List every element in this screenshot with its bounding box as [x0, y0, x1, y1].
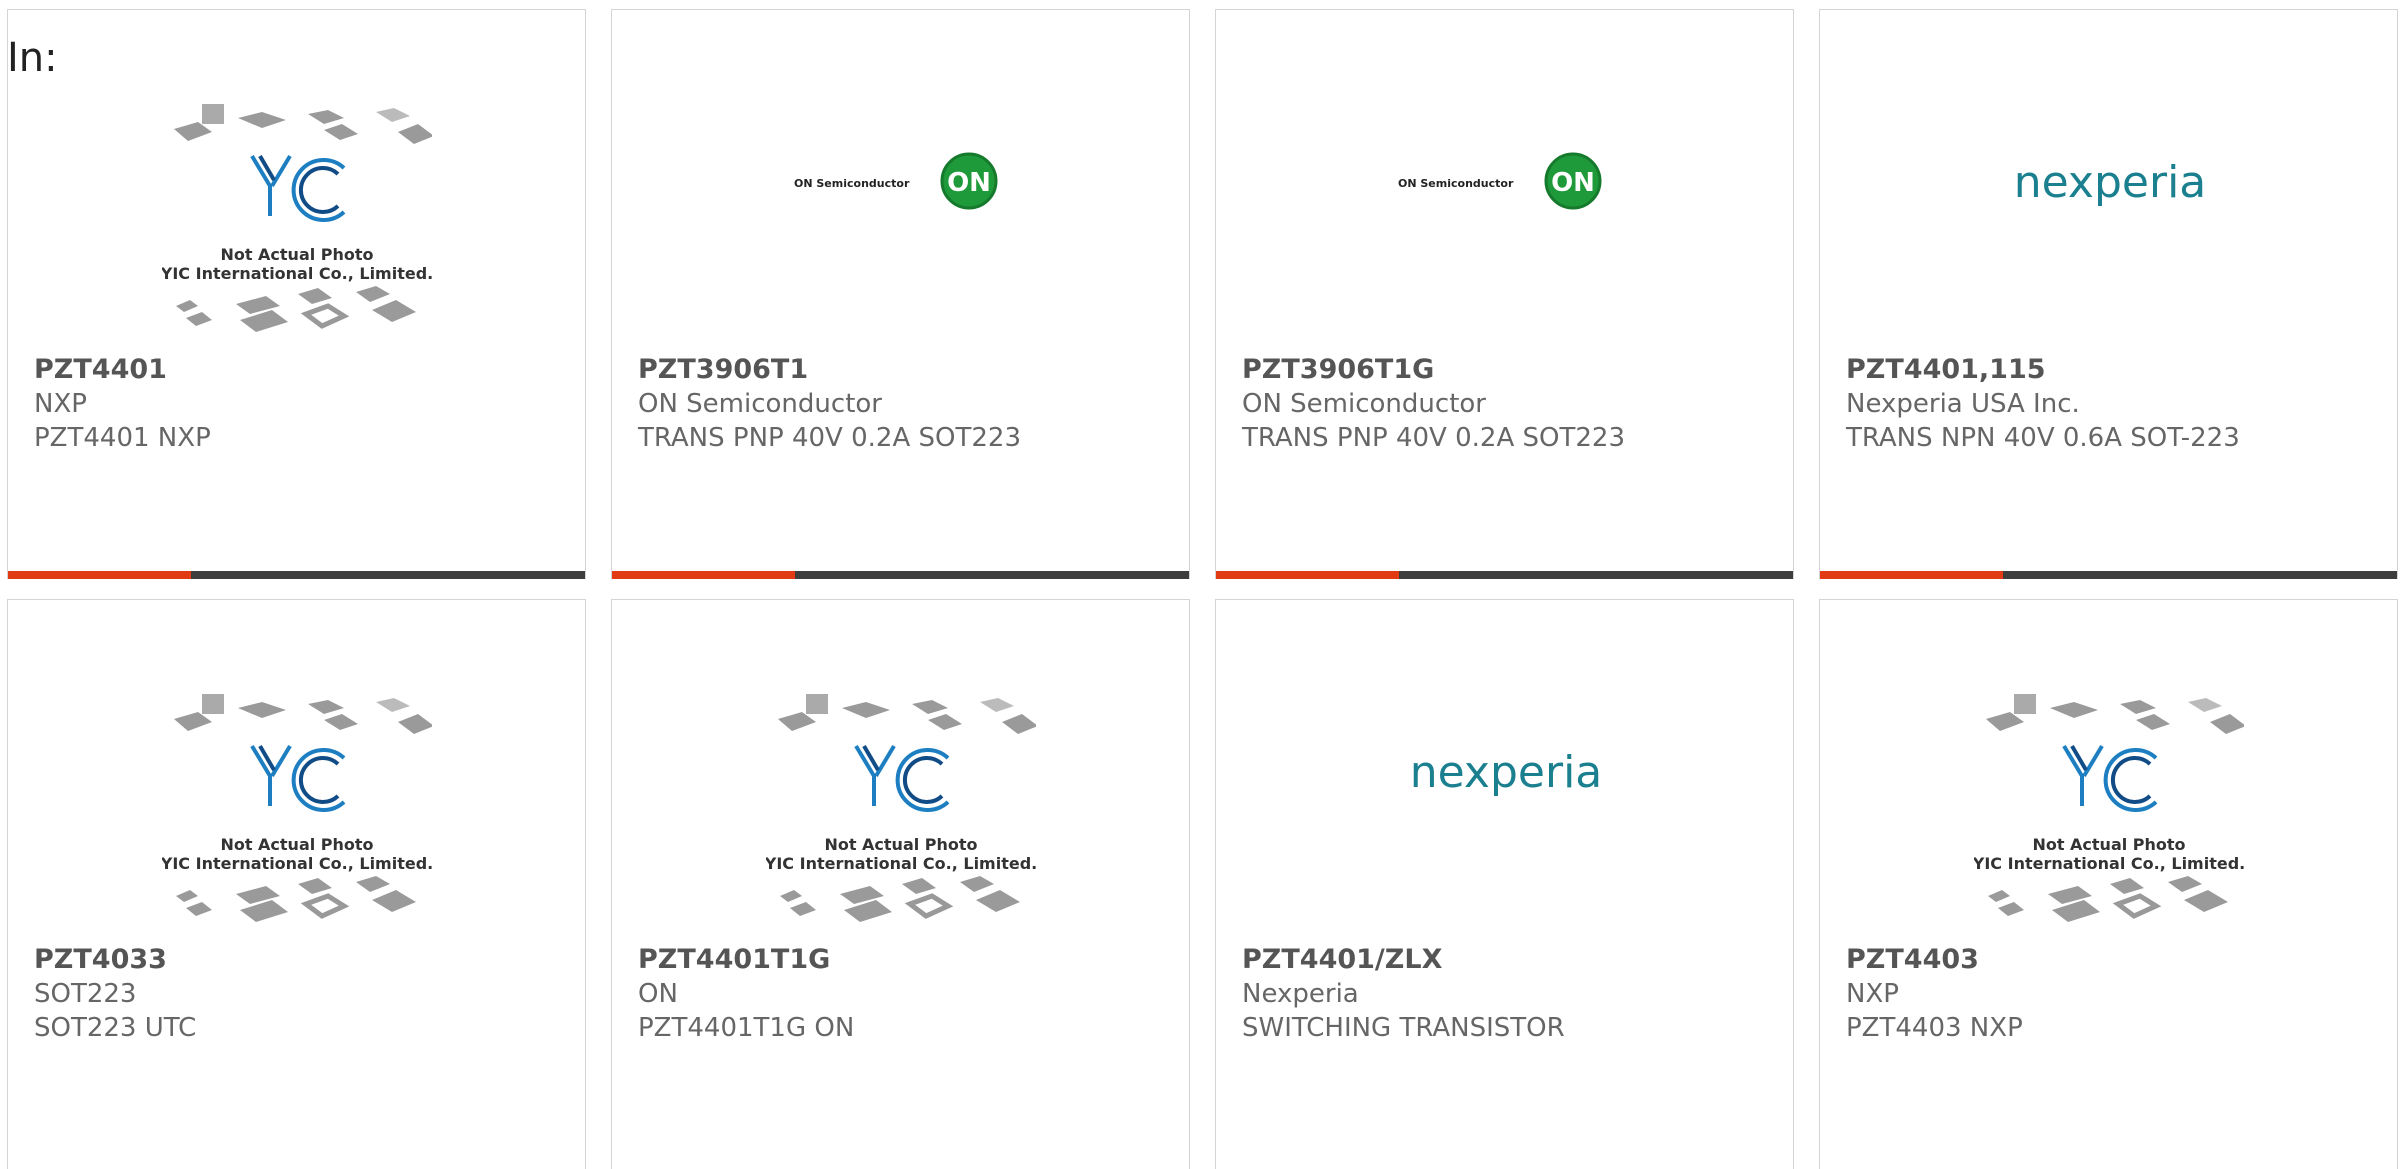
product-image[interactable]: Not Actual Photo YIC International Co., … [1820, 600, 2397, 950]
card-accent [1216, 571, 1399, 579]
on-logo-text: ON Semiconductor [794, 177, 910, 190]
manufacturer: Nexperia [1242, 979, 1359, 1009]
yic-placeholder-image: Not Actual Photo YIC International Co., … [162, 694, 432, 922]
manufacturer: ON Semiconductor [638, 389, 882, 419]
product-image[interactable]: ON Semiconductor ON [612, 10, 1189, 360]
product-card[interactable]: nexperia PZT4401,115 Nexperia USA Inc. T… [1819, 9, 2398, 579]
product-image[interactable]: ON Semiconductor ON [1216, 10, 1793, 360]
nexperia-logo: nexperia [2014, 157, 2207, 208]
card-bottom-bar [1820, 571, 2397, 579]
nexperia-logo-text: nexperia [2014, 157, 2207, 208]
part-number-link[interactable]: PZT4401,115 [1846, 353, 2387, 387]
description: TRANS PNP 40V 0.2A SOT223 [638, 423, 1021, 453]
card-accent [1820, 571, 2003, 579]
product-image[interactable]: Not Actual Photo YIC International Co., … [612, 600, 1189, 950]
yic-placeholder-line2: YIC International Co., Limited. [766, 854, 1036, 873]
manufacturer: ON [638, 979, 678, 1009]
description: TRANS NPN 40V 0.6A SOT-223 [1846, 423, 2240, 453]
product-info: PZT4401 NXP PZT4401 NXP [34, 353, 575, 455]
yic-placeholder-line1: Not Actual Photo [824, 835, 977, 854]
yic-placeholder-line2: YIC International Co., Limited. [162, 854, 432, 873]
product-card[interactable]: Not Actual Photo YIC International Co., … [7, 599, 586, 1169]
on-semiconductor-logo: ON Semiconductor ON [794, 152, 998, 210]
on-logo-badge: ON [1551, 168, 1595, 198]
product-info: PZT4403 NXP PZT4403 NXP [1846, 943, 2387, 1045]
product-image[interactable]: Not Actual Photo YIC International Co., … [8, 600, 585, 950]
product-grid: Not Actual Photo YIC International Co., … [0, 0, 2400, 1169]
description: PZT4401 NXP [34, 423, 211, 453]
card-bottom-bar [1216, 571, 1793, 579]
part-number-link[interactable]: PZT3906T1 [638, 353, 1179, 387]
description: PZT4401T1G ON [638, 1013, 855, 1043]
product-info: PZT3906T1 ON Semiconductor TRANS PNP 40V… [638, 353, 1179, 455]
description: PZT4403 NXP [1846, 1013, 2023, 1043]
product-card[interactable]: ON Semiconductor ON PZT3906T1G ON Semico… [1215, 9, 1794, 579]
on-logo-text: ON Semiconductor [1398, 177, 1514, 190]
yic-placeholder-image: Not Actual Photo YIC International Co., … [1974, 694, 2244, 922]
product-card[interactable]: Not Actual Photo YIC International Co., … [611, 599, 1190, 1169]
card-accent [8, 571, 191, 579]
manufacturer: SOT223 [34, 979, 137, 1009]
yic-placeholder-image: Not Actual Photo YIC International Co., … [162, 104, 432, 332]
card-bottom-bar [612, 571, 1189, 579]
yic-placeholder-line1: Not Actual Photo [220, 835, 373, 854]
part-number-link[interactable]: PZT4033 [34, 943, 575, 977]
part-number-link[interactable]: PZT4401/ZLX [1242, 943, 1783, 977]
on-semiconductor-logo: ON Semiconductor ON [1398, 152, 1602, 210]
product-info: PZT4401,115 Nexperia USA Inc. TRANS NPN … [1846, 353, 2387, 455]
product-card[interactable]: nexperia PZT4401/ZLX Nexperia SWITCHING … [1215, 599, 1794, 1169]
part-number-link[interactable]: PZT4401T1G [638, 943, 1179, 977]
yic-placeholder-line2: YIC International Co., Limited. [1974, 854, 2244, 873]
part-number-link[interactable]: PZT4403 [1846, 943, 2387, 977]
nexperia-logo-text: nexperia [1410, 747, 1603, 798]
on-logo-badge: ON [947, 168, 991, 198]
product-image[interactable]: nexperia [1216, 600, 1793, 950]
page-label: In: [7, 35, 58, 81]
card-bottom-bar [8, 571, 585, 579]
product-info: PZT4401T1G ON PZT4401T1G ON [638, 943, 1179, 1045]
description: TRANS PNP 40V 0.2A SOT223 [1242, 423, 1625, 453]
product-card[interactable]: Not Actual Photo YIC International Co., … [7, 9, 586, 579]
product-info: PZT4033 SOT223 SOT223 UTC [34, 943, 575, 1045]
yic-placeholder-line2: YIC International Co., Limited. [162, 264, 432, 283]
manufacturer: NXP [1846, 979, 1899, 1009]
manufacturer: NXP [34, 389, 87, 419]
part-number-link[interactable]: PZT4401 [34, 353, 575, 387]
nexperia-logo: nexperia [1410, 747, 1603, 798]
yic-placeholder-line1: Not Actual Photo [2032, 835, 2185, 854]
product-image[interactable]: Not Actual Photo YIC International Co., … [8, 10, 585, 360]
product-card[interactable]: ON Semiconductor ON PZT3906T1 ON Semicon… [611, 9, 1190, 579]
card-accent [612, 571, 795, 579]
yic-placeholder-image: Not Actual Photo YIC International Co., … [766, 694, 1036, 922]
manufacturer: ON Semiconductor [1242, 389, 1486, 419]
product-info: PZT4401/ZLX Nexperia SWITCHING TRANSISTO… [1242, 943, 1783, 1045]
manufacturer: Nexperia USA Inc. [1846, 389, 2080, 419]
product-info: PZT3906T1G ON Semiconductor TRANS PNP 40… [1242, 353, 1783, 455]
description: SOT223 UTC [34, 1013, 197, 1043]
yic-placeholder-line1: Not Actual Photo [220, 245, 373, 264]
product-image[interactable]: nexperia [1820, 10, 2397, 360]
part-number-link[interactable]: PZT3906T1G [1242, 353, 1783, 387]
product-card[interactable]: Not Actual Photo YIC International Co., … [1819, 599, 2398, 1169]
description: SWITCHING TRANSISTOR [1242, 1013, 1565, 1043]
